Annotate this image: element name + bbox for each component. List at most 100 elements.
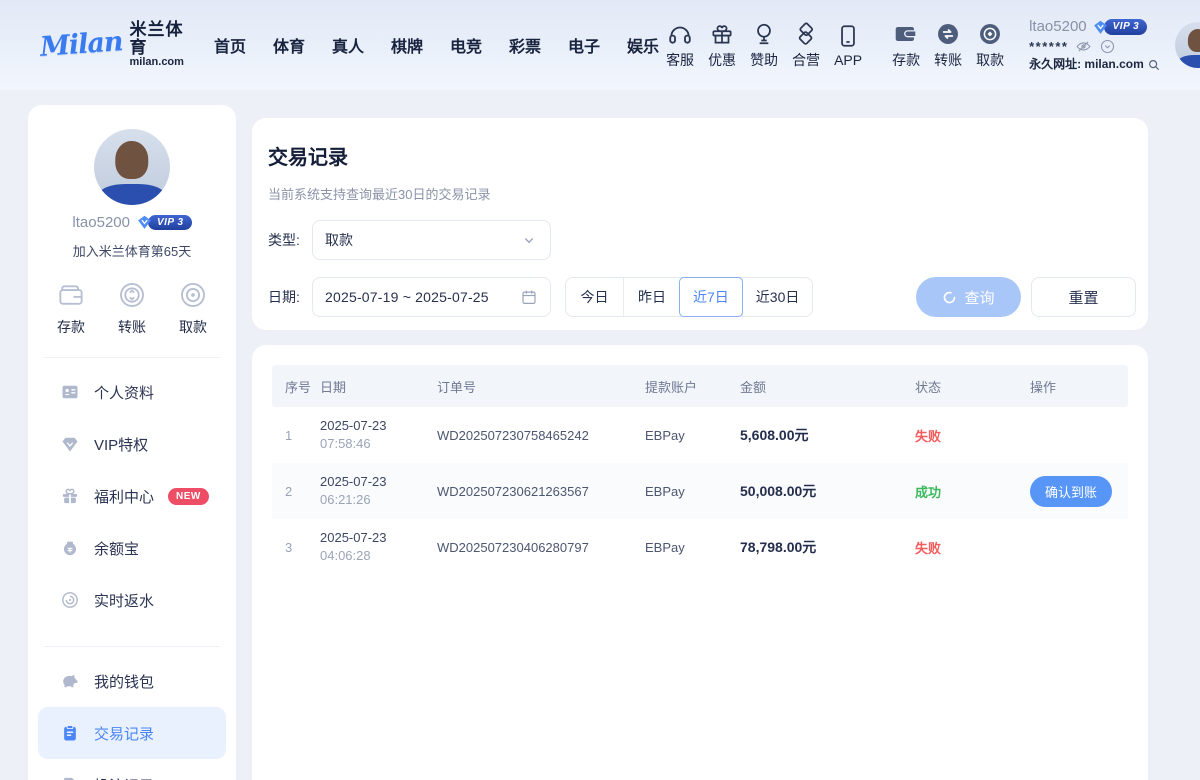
app-link[interactable]: APP [834, 23, 862, 68]
row-order-no: WD202507230406280797 [437, 540, 645, 555]
table-row: 2 2025-07-23 06:21:26 WD2025072306212635… [272, 463, 1128, 519]
main-nav: 首页 体育 真人 棋牌 电竞 彩票 电子 娱乐 [214, 33, 659, 57]
nav-lottery[interactable]: 彩票 [509, 33, 541, 57]
brand-logo-cn: 米兰体育 [130, 21, 184, 57]
table-row: 1 2025-07-23 07:58:46 WD2025072307584652… [272, 407, 1128, 463]
nav-entertainment[interactable]: 娱乐 [627, 33, 659, 57]
deposit-icon [56, 280, 86, 310]
sidebar-item-bet-records[interactable]: 投注记录 [38, 759, 226, 780]
transactions-table: 序号 日期 订单号 提款账户 金额 状态 操作 1 2025-07-23 07:… [252, 345, 1148, 780]
transfer-icon [117, 280, 147, 310]
promo-link[interactable]: 优惠 [708, 21, 736, 70]
magnifier-icon[interactable] [1147, 58, 1161, 72]
brand-logo-script: Milan [39, 27, 123, 64]
balance-masked: ****** [1029, 39, 1068, 55]
top-header: Milan 米兰体育 milan.com 首页 体育 真人 棋牌 电竞 彩票 电… [0, 0, 1200, 90]
partner-icon [793, 21, 819, 47]
range-7days[interactable]: 近7日 [679, 277, 743, 317]
nav-home[interactable]: 首页 [214, 33, 246, 57]
transfer-link[interactable]: 转账 [934, 21, 962, 70]
new-badge: NEW [168, 488, 209, 505]
date-label: 日期: [268, 287, 312, 307]
sidebar-deposit-action[interactable]: 存款 [56, 280, 86, 337]
range-today[interactable]: 今日 [566, 278, 623, 316]
partner-link[interactable]: 合营 [792, 21, 820, 70]
row-time: 06:21:26 [320, 492, 371, 507]
date-range-value: 2025-07-19 ~ 2025-07-25 [325, 289, 489, 305]
chevron-down-icon [520, 231, 538, 249]
phone-icon [835, 23, 861, 49]
wallet-icon [893, 21, 919, 47]
sidebar-transfer-action[interactable]: 转账 [117, 280, 147, 337]
type-select[interactable]: 取款 [312, 220, 551, 260]
sidebar-item-yuebao[interactable]: 余额宝 [38, 522, 226, 574]
deposit-link[interactable]: 存款 [892, 21, 920, 70]
nav-cards[interactable]: 棋牌 [391, 33, 423, 57]
username: ltao5200 [1029, 18, 1087, 37]
sidebar-item-benefits[interactable]: 福利中心 NEW [38, 470, 226, 522]
id-card-icon [60, 382, 80, 402]
row-amount: 5,608.00元 [740, 425, 915, 445]
row-amount: 78,798.00元 [740, 537, 915, 557]
vip-gem-icon [60, 434, 80, 454]
rebate-icon [60, 590, 80, 610]
sidebar-withdraw-action[interactable]: 取款 [178, 280, 208, 337]
profile-avatar[interactable] [94, 129, 170, 205]
permanent-url-label: 永久网址: milan.com [1029, 57, 1144, 72]
calendar-icon [520, 288, 538, 306]
withdraw-icon [178, 280, 208, 310]
range-yesterday[interactable]: 昨日 [623, 278, 680, 316]
eye-off-icon[interactable] [1075, 38, 1092, 55]
status-badge: 成功 [915, 482, 1030, 501]
sidebar-menu-wallet: 我的钱包 交易记录 投注记录 [28, 647, 236, 780]
vip-level-label: VIP 3 [1104, 19, 1148, 36]
service-link[interactable]: 客服 [666, 21, 694, 70]
filter-panel: 交易记录 当前系统支持查询最近30日的交易记录 类型: 取款 日期: 2025-… [252, 118, 1148, 330]
piggy-wallet-icon [60, 671, 80, 691]
sidebar-vip-badge[interactable]: VIP 3 [136, 214, 192, 231]
trophy-icon [751, 21, 777, 47]
sidebar-item-vip[interactable]: VIP特权 [38, 418, 226, 470]
vip-badge[interactable]: VIP 3 [1092, 19, 1148, 36]
loading-spinner-icon [942, 290, 957, 305]
table-header: 序号 日期 订单号 提款账户 金额 状态 操作 [272, 365, 1128, 407]
user-avatar[interactable] [1175, 22, 1200, 68]
row-date: 2025-07-23 [320, 418, 387, 433]
withdraw-link[interactable]: 取款 [976, 21, 1004, 70]
headset-icon [667, 21, 693, 47]
confirm-receipt-button[interactable]: 确认到账 [1030, 476, 1112, 507]
date-range-input[interactable]: 2025-07-19 ~ 2025-07-25 [312, 277, 551, 317]
sidebar-item-my-wallet[interactable]: 我的钱包 [38, 655, 226, 707]
reset-button[interactable]: 重置 [1031, 277, 1136, 317]
row-account: EBPay [645, 484, 740, 499]
nav-esports[interactable]: 电竞 [450, 33, 482, 57]
search-button[interactable]: 查询 [916, 277, 1021, 317]
withdraw-icon [977, 21, 1003, 47]
gift-icon [709, 21, 735, 47]
row-time: 07:58:46 [320, 436, 371, 451]
brand-logo[interactable]: Milan 米兰体育 milan.com [40, 21, 184, 68]
nav-slots[interactable]: 电子 [568, 33, 600, 57]
sidebar-item-rebate[interactable]: 实时返水 [38, 574, 226, 626]
sponsor-link[interactable]: 赞助 [750, 21, 778, 70]
main-content: 交易记录 当前系统支持查询最近30日的交易记录 类型: 取款 日期: 2025-… [252, 105, 1148, 780]
records-icon [60, 723, 80, 743]
row-date: 2025-07-23 [320, 474, 387, 489]
row-account: EBPay [645, 540, 740, 555]
range-30days[interactable]: 近30日 [742, 278, 813, 316]
row-amount: 50,008.00元 [740, 481, 915, 501]
type-select-value: 取款 [325, 230, 353, 250]
sidebar-vip-level: VIP 3 [148, 215, 192, 230]
table-row: 3 2025-07-23 04:06:28 WD2025072304062807… [272, 519, 1128, 575]
row-account: EBPay [645, 428, 740, 443]
sidebar-item-profile[interactable]: 个人资料 [38, 366, 226, 418]
sidebar-item-transactions[interactable]: 交易记录 [38, 707, 226, 759]
chevron-circle-icon[interactable] [1099, 38, 1116, 55]
nav-sports[interactable]: 体育 [273, 33, 305, 57]
brand-logo-domain: milan.com [130, 57, 184, 69]
nav-live[interactable]: 真人 [332, 33, 364, 57]
bets-icon [60, 775, 80, 780]
status-badge: 失败 [915, 426, 1030, 445]
page: Milan 米兰体育 milan.com 首页 体育 真人 棋牌 电竞 彩票 电… [0, 0, 1200, 780]
row-order-no: WD202507230758465242 [437, 428, 645, 443]
